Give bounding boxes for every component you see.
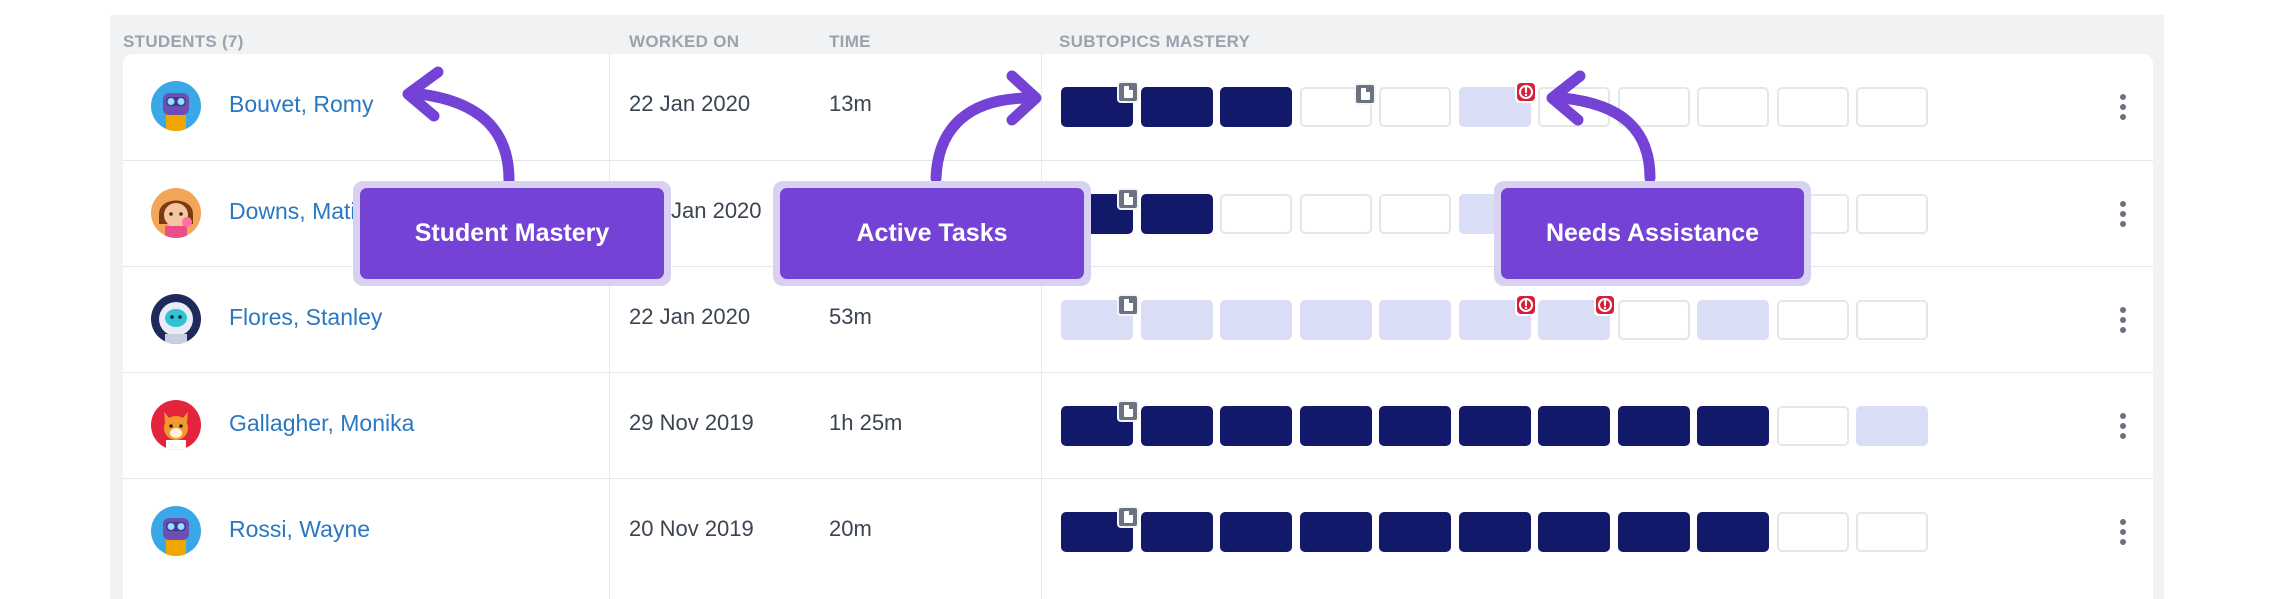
more-options-icon[interactable] xyxy=(2120,94,2126,120)
subtopic-cell-mastered[interactable] xyxy=(1141,512,1213,552)
active-task-icon[interactable] xyxy=(1117,188,1139,210)
active-task-icon[interactable] xyxy=(1117,400,1139,422)
subtopic-cell-not-started[interactable] xyxy=(1777,300,1849,340)
table-row[interactable]: Bouvet, Romy 22 Jan 2020 13m xyxy=(123,54,2153,160)
table-row[interactable]: Rossi, Wayne 20 Nov 2019 20m xyxy=(123,478,2153,585)
column-header-worked-on[interactable]: WORKED ON xyxy=(629,32,739,52)
callout-label: Needs Assistance xyxy=(1545,219,1760,247)
subtopic-cell-in-progress[interactable] xyxy=(1061,294,1139,340)
subtopic-cell-mastered[interactable] xyxy=(1459,406,1531,446)
subtopic-cell-not-started[interactable] xyxy=(1856,300,1928,340)
astronaut-avatar xyxy=(151,294,201,344)
table-row[interactable]: Gallagher, Monika 29 Nov 2019 1h 25m xyxy=(123,372,2153,479)
worked-on-date: 20 Nov 2019 xyxy=(629,516,754,541)
student-name-link[interactable]: Bouvet, Romy xyxy=(229,91,373,118)
robot-blue-avatar xyxy=(151,506,201,556)
active-task-icon[interactable] xyxy=(1117,294,1139,316)
subtopic-cell-mastered[interactable] xyxy=(1618,512,1690,552)
subtopic-cell-mastered[interactable] xyxy=(1459,512,1531,552)
student-name-link[interactable]: Downs, Matil xyxy=(229,198,361,225)
worked-on-date: 22 Jan 2020 xyxy=(629,304,751,329)
subtopic-cell-in-progress[interactable] xyxy=(1220,300,1292,340)
active-task-icon[interactable] xyxy=(1354,83,1376,105)
subtopic-cell-mastered[interactable] xyxy=(1538,512,1610,552)
subtopic-cell-not-started[interactable] xyxy=(1300,83,1376,127)
subtopic-cell-mastered[interactable] xyxy=(1618,406,1690,446)
subtopic-cell-mastered[interactable] xyxy=(1061,506,1139,552)
students-panel: STUDENTS (7) WORKED ON TIME SUBTOPICS MA… xyxy=(110,15,2164,599)
student-mastery-callout: Student Mastery xyxy=(353,181,671,286)
needs-assistance-icon[interactable] xyxy=(1594,294,1616,316)
subtopic-cell-not-started[interactable] xyxy=(1379,87,1451,127)
subtopic-cell-mastered[interactable] xyxy=(1538,406,1610,446)
time-spent: 20m xyxy=(829,516,872,541)
column-header-subtopics-mastery: SUBTOPICS MASTERY xyxy=(1059,32,1251,51)
needs-assistance-icon[interactable] xyxy=(1515,294,1537,316)
subtopic-cell-mastered[interactable] xyxy=(1220,512,1292,552)
girl-avatar xyxy=(151,188,201,238)
subtopic-cell-not-started[interactable] xyxy=(1300,194,1372,234)
subtopic-cell-not-started[interactable] xyxy=(1856,512,1928,552)
subtopic-cell-not-started[interactable] xyxy=(1856,194,1928,234)
worked-on-date: 22 Jan 2020 xyxy=(629,91,751,116)
subtopic-cell-in-progress[interactable] xyxy=(1141,300,1213,340)
more-options-icon[interactable] xyxy=(2120,519,2126,545)
subtopic-cell-not-started[interactable] xyxy=(1777,512,1849,552)
fox-avatar xyxy=(151,400,201,450)
subtopic-cell-in-progress[interactable] xyxy=(1856,406,1928,446)
subtopic-cell-mastered[interactable] xyxy=(1141,87,1213,127)
more-options-icon[interactable] xyxy=(2120,413,2126,439)
subtopic-cell-in-progress[interactable] xyxy=(1538,294,1616,340)
subtopic-cell-in-progress[interactable] xyxy=(1459,81,1537,127)
column-header-students[interactable]: STUDENTS (7) xyxy=(123,32,244,52)
subtopic-cell-mastered[interactable] xyxy=(1141,194,1213,234)
subtopic-cell-mastered[interactable] xyxy=(1220,87,1292,127)
active-task-icon[interactable] xyxy=(1117,81,1139,103)
subtopic-cell-mastered[interactable] xyxy=(1141,406,1213,446)
subtopic-cell-mastered[interactable] xyxy=(1697,512,1769,552)
subtopic-cell-not-started[interactable] xyxy=(1618,300,1690,340)
subtopic-cell-mastered[interactable] xyxy=(1379,512,1451,552)
subtopic-cell-not-started[interactable] xyxy=(1618,87,1690,127)
callout-label: Student Mastery xyxy=(414,219,610,247)
subtopic-cell-not-started[interactable] xyxy=(1777,406,1849,446)
active-tasks-callout: Active Tasks xyxy=(773,181,1091,286)
worked-on-date: 29 Nov 2019 xyxy=(629,410,754,435)
more-options-icon[interactable] xyxy=(2120,307,2126,333)
subtopic-cell-not-started[interactable] xyxy=(1856,87,1928,127)
subtopic-cell-mastered[interactable] xyxy=(1697,406,1769,446)
subtopic-cell-mastered[interactable] xyxy=(1300,512,1372,552)
subtopic-cell-not-started[interactable] xyxy=(1777,87,1849,127)
subtopic-cell-mastered[interactable] xyxy=(1300,406,1372,446)
time-spent: 13m xyxy=(829,91,872,116)
subtopic-cell-in-progress[interactable] xyxy=(1379,300,1451,340)
subtopic-cell-mastered[interactable] xyxy=(1061,81,1139,127)
callout-label: Active Tasks xyxy=(856,219,1008,247)
subtopic-cell-mastered[interactable] xyxy=(1061,400,1139,446)
subtopic-cell-mastered[interactable] xyxy=(1220,406,1292,446)
subtopic-cell-not-started[interactable] xyxy=(1538,87,1610,127)
student-name-link[interactable]: Rossi, Wayne xyxy=(229,516,370,543)
subtopic-cell-mastered[interactable] xyxy=(1379,406,1451,446)
subtopic-cell-in-progress[interactable] xyxy=(1300,300,1372,340)
students-table: Bouvet, Romy 22 Jan 2020 13m Downs, Mati… xyxy=(123,54,2153,599)
active-task-icon[interactable] xyxy=(1117,506,1139,528)
subtopic-cell-not-started[interactable] xyxy=(1379,194,1451,234)
needs-assistance-icon[interactable] xyxy=(1515,81,1537,103)
worked-on-date: Jan 2020 xyxy=(671,198,762,223)
student-name-link[interactable]: Flores, Stanley xyxy=(229,304,382,331)
subtopic-cell-in-progress[interactable] xyxy=(1459,294,1537,340)
subtopic-cell-not-started[interactable] xyxy=(1220,194,1292,234)
time-spent: 1h 25m xyxy=(829,410,903,435)
robot-blue-avatar xyxy=(151,81,201,131)
time-spent: 53m xyxy=(829,304,872,329)
subtopic-cell-in-progress[interactable] xyxy=(1697,300,1769,340)
needs-assistance-callout: Needs Assistance xyxy=(1494,181,1811,286)
more-options-icon[interactable] xyxy=(2120,201,2126,227)
student-name-link[interactable]: Gallagher, Monika xyxy=(229,410,414,437)
column-header-time[interactable]: TIME xyxy=(829,32,871,52)
subtopic-cell-not-started[interactable] xyxy=(1697,87,1769,127)
